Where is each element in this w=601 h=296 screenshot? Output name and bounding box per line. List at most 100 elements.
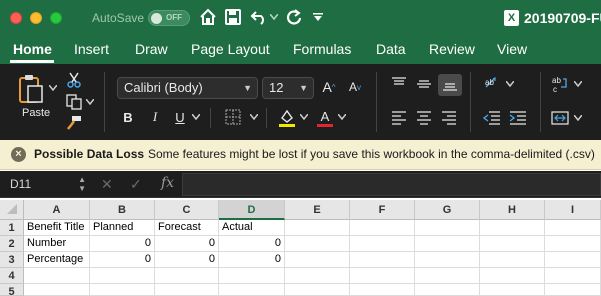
x-circle-icon[interactable]: × [11, 147, 26, 162]
cell-b5[interactable] [90, 284, 155, 296]
cell-a5[interactable] [24, 284, 90, 296]
paste-icon[interactable] [16, 73, 46, 105]
save-icon[interactable] [222, 6, 244, 28]
borders-icon[interactable] [224, 109, 242, 125]
cancel-formula-icon[interactable]: ✕ [101, 176, 113, 193]
decrease-font-size-icon[interactable]: Av [345, 77, 365, 97]
tab-review[interactable]: Review [429, 41, 475, 57]
cell-b2[interactable]: 0 [90, 236, 155, 252]
increase-indent-icon[interactable] [508, 110, 528, 126]
name-box-stepper-icon[interactable]: ▲ ▼ [78, 175, 86, 193]
cell-g4[interactable] [415, 268, 480, 284]
font-color-dropdown-icon[interactable] [338, 113, 346, 121]
paste-label[interactable]: Paste [22, 107, 50, 119]
cell-c3[interactable]: 0 [155, 252, 219, 268]
increase-font-size-icon[interactable]: A ^ [319, 77, 339, 97]
tab-data[interactable]: Data [376, 41, 406, 57]
column-header-a[interactable]: A [24, 200, 90, 220]
tab-home[interactable]: Home [13, 41, 52, 57]
cell-e1[interactable] [285, 220, 350, 236]
cell-h1[interactable] [480, 220, 545, 236]
column-header-b[interactable]: B [90, 200, 155, 220]
cell-b4[interactable] [90, 268, 155, 284]
close-window-button[interactable] [10, 12, 22, 24]
undo-icon[interactable] [248, 6, 270, 28]
row-header-1[interactable]: 1 [0, 220, 24, 236]
cell-e4[interactable] [285, 268, 350, 284]
align-middle-icon[interactable] [415, 76, 433, 92]
autosave-toggle[interactable]: OFF [148, 10, 190, 26]
cell-c1[interactable]: Forecast [155, 220, 219, 236]
cell-a3[interactable]: Percentage [24, 252, 90, 268]
cell-e2[interactable] [285, 236, 350, 252]
redo-icon[interactable] [283, 6, 305, 28]
cell-a2[interactable]: Number [24, 236, 90, 252]
cell-f3[interactable] [350, 252, 415, 268]
formula-input[interactable] [182, 173, 601, 196]
wrap-text-dropdown-icon[interactable] [574, 80, 582, 88]
align-left-icon[interactable] [390, 110, 408, 126]
name-box[interactable]: D11 ▲ ▼ [4, 174, 88, 195]
column-header-i[interactable]: I [545, 200, 601, 220]
fill-color-dropdown-icon[interactable] [300, 113, 308, 121]
cell-i5[interactable] [545, 284, 601, 296]
font-size-dropdown[interactable]: 12 ▼ [262, 77, 314, 99]
cell-c2[interactable]: 0 [155, 236, 219, 252]
column-header-d[interactable]: D [219, 200, 285, 220]
cell-d4[interactable] [219, 268, 285, 284]
cell-g5[interactable] [415, 284, 480, 296]
row-header-3[interactable]: 3 [0, 252, 24, 268]
cell-d5[interactable] [219, 284, 285, 296]
cell-h2[interactable] [480, 236, 545, 252]
orientation-icon[interactable]: ab [482, 74, 502, 94]
cell-a1[interactable]: Benefit Title [24, 220, 90, 236]
underline-dropdown-icon[interactable] [192, 113, 200, 121]
cell-i1[interactable] [545, 220, 601, 236]
cell-g2[interactable] [415, 236, 480, 252]
tab-view[interactable]: View [497, 41, 527, 57]
minimize-window-button[interactable] [30, 12, 42, 24]
cell-h4[interactable] [480, 268, 545, 284]
cell-e5[interactable] [285, 284, 350, 296]
cell-a4[interactable] [24, 268, 90, 284]
tab-insert[interactable]: Insert [74, 41, 109, 57]
tab-draw[interactable]: Draw [135, 41, 168, 57]
cell-f4[interactable] [350, 268, 415, 284]
cell-f2[interactable] [350, 236, 415, 252]
insert-function-icon[interactable]: fx [161, 175, 174, 191]
cell-c4[interactable] [155, 268, 219, 284]
select-all-corner[interactable] [0, 200, 24, 220]
font-color-icon[interactable]: A [316, 108, 334, 128]
cell-b1[interactable]: Planned [90, 220, 155, 236]
column-header-c[interactable]: C [155, 200, 219, 220]
decrease-indent-icon[interactable] [482, 110, 502, 126]
align-right-icon[interactable] [440, 110, 458, 126]
align-bottom-icon[interactable] [438, 74, 462, 96]
customize-toolbar-icon[interactable] [311, 6, 325, 28]
cell-h3[interactable] [480, 252, 545, 268]
align-top-icon[interactable] [390, 76, 408, 92]
bold-button[interactable]: B [121, 108, 135, 126]
column-header-g[interactable]: G [415, 200, 480, 220]
copy-dropdown-icon[interactable] [86, 98, 94, 106]
italic-button[interactable]: I [148, 108, 162, 126]
cell-g1[interactable] [415, 220, 480, 236]
format-painter-icon[interactable] [65, 115, 83, 131]
underline-button[interactable]: U [173, 108, 187, 126]
fill-color-icon[interactable] [278, 108, 296, 128]
cell-f1[interactable] [350, 220, 415, 236]
merge-dropdown-icon[interactable] [574, 114, 582, 122]
borders-dropdown-icon[interactable] [250, 113, 258, 121]
tab-formulas[interactable]: Formulas [293, 41, 351, 57]
home-icon[interactable] [197, 6, 219, 28]
cell-h5[interactable] [480, 284, 545, 296]
column-header-h[interactable]: H [480, 200, 545, 220]
column-header-e[interactable]: E [285, 200, 350, 220]
cut-icon[interactable] [66, 72, 82, 88]
cell-d1[interactable]: Actual [219, 220, 285, 236]
cell-g3[interactable] [415, 252, 480, 268]
enter-formula-icon[interactable]: ✓ [130, 176, 142, 193]
row-header-5[interactable]: 5 [0, 284, 24, 296]
wrap-text-icon[interactable]: ab c [550, 74, 570, 96]
zoom-window-button[interactable] [50, 12, 62, 24]
